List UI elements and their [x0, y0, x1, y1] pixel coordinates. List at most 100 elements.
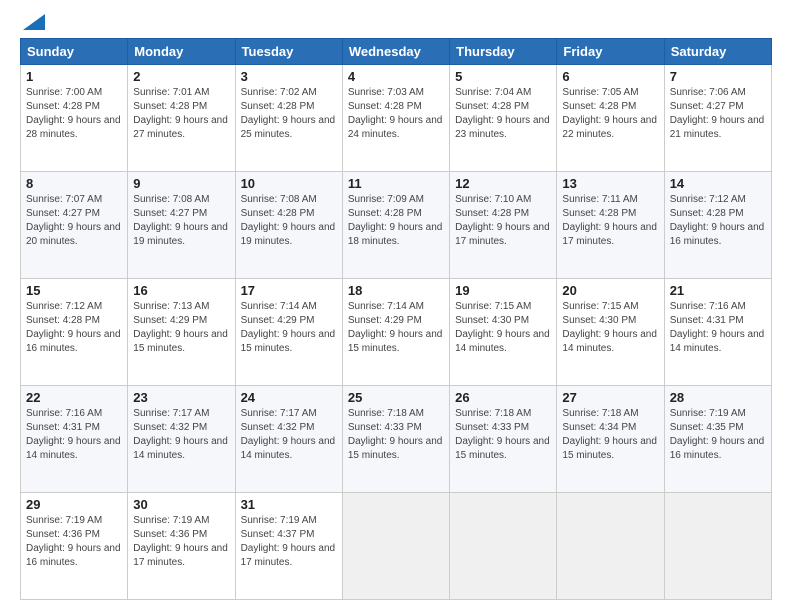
day-info: Sunrise: 7:15 AM Sunset: 4:30 PM Dayligh…: [562, 301, 657, 354]
calendar-cell: 9 Sunrise: 7:08 AM Sunset: 4:27 PM Dayli…: [128, 172, 235, 279]
calendar-cell: 14 Sunrise: 7:12 AM Sunset: 4:28 PM Dayl…: [664, 172, 771, 279]
day-number: 29: [26, 497, 122, 512]
day-info: Sunrise: 7:01 AM Sunset: 4:28 PM Dayligh…: [133, 87, 228, 140]
calendar-cell: 10 Sunrise: 7:08 AM Sunset: 4:28 PM Dayl…: [235, 172, 342, 279]
day-info: Sunrise: 7:12 AM Sunset: 4:28 PM Dayligh…: [670, 194, 765, 247]
calendar-cell: 22 Sunrise: 7:16 AM Sunset: 4:31 PM Dayl…: [21, 386, 128, 493]
day-number: 5: [455, 69, 551, 84]
day-info: Sunrise: 7:02 AM Sunset: 4:28 PM Dayligh…: [241, 87, 336, 140]
day-info: Sunrise: 7:16 AM Sunset: 4:31 PM Dayligh…: [670, 301, 765, 354]
day-number: 16: [133, 283, 229, 298]
col-header-thursday: Thursday: [450, 39, 557, 65]
calendar-cell: 17 Sunrise: 7:14 AM Sunset: 4:29 PM Dayl…: [235, 279, 342, 386]
day-info: Sunrise: 7:15 AM Sunset: 4:30 PM Dayligh…: [455, 301, 550, 354]
calendar-cell: 30 Sunrise: 7:19 AM Sunset: 4:36 PM Dayl…: [128, 493, 235, 600]
day-number: 12: [455, 176, 551, 191]
day-info: Sunrise: 7:09 AM Sunset: 4:28 PM Dayligh…: [348, 194, 443, 247]
logo: [20, 16, 45, 30]
col-header-sunday: Sunday: [21, 39, 128, 65]
calendar-cell: 24 Sunrise: 7:17 AM Sunset: 4:32 PM Dayl…: [235, 386, 342, 493]
day-info: Sunrise: 7:11 AM Sunset: 4:28 PM Dayligh…: [562, 194, 657, 247]
page: SundayMondayTuesdayWednesdayThursdayFrid…: [0, 0, 792, 612]
day-info: Sunrise: 7:00 AM Sunset: 4:28 PM Dayligh…: [26, 87, 121, 140]
calendar-cell: [342, 493, 449, 600]
day-number: 6: [562, 69, 658, 84]
calendar-cell: 6 Sunrise: 7:05 AM Sunset: 4:28 PM Dayli…: [557, 65, 664, 172]
day-number: 18: [348, 283, 444, 298]
day-number: 26: [455, 390, 551, 405]
day-info: Sunrise: 7:08 AM Sunset: 4:28 PM Dayligh…: [241, 194, 336, 247]
day-info: Sunrise: 7:18 AM Sunset: 4:34 PM Dayligh…: [562, 408, 657, 461]
day-info: Sunrise: 7:16 AM Sunset: 4:31 PM Dayligh…: [26, 408, 121, 461]
col-header-monday: Monday: [128, 39, 235, 65]
day-info: Sunrise: 7:14 AM Sunset: 4:29 PM Dayligh…: [348, 301, 443, 354]
calendar-cell: 26 Sunrise: 7:18 AM Sunset: 4:33 PM Dayl…: [450, 386, 557, 493]
calendar-cell: 4 Sunrise: 7:03 AM Sunset: 4:28 PM Dayli…: [342, 65, 449, 172]
calendar-cell: 28 Sunrise: 7:19 AM Sunset: 4:35 PM Dayl…: [664, 386, 771, 493]
day-number: 8: [26, 176, 122, 191]
day-number: 27: [562, 390, 658, 405]
header: [20, 16, 772, 30]
day-number: 4: [348, 69, 444, 84]
day-number: 7: [670, 69, 766, 84]
day-info: Sunrise: 7:19 AM Sunset: 4:36 PM Dayligh…: [133, 515, 228, 568]
calendar-cell: [557, 493, 664, 600]
day-info: Sunrise: 7:12 AM Sunset: 4:28 PM Dayligh…: [26, 301, 121, 354]
col-header-saturday: Saturday: [664, 39, 771, 65]
calendar-cell: 20 Sunrise: 7:15 AM Sunset: 4:30 PM Dayl…: [557, 279, 664, 386]
calendar-cell: [664, 493, 771, 600]
day-number: 14: [670, 176, 766, 191]
day-number: 28: [670, 390, 766, 405]
logo-icon: [23, 14, 45, 30]
day-number: 31: [241, 497, 337, 512]
calendar-cell: 27 Sunrise: 7:18 AM Sunset: 4:34 PM Dayl…: [557, 386, 664, 493]
day-info: Sunrise: 7:18 AM Sunset: 4:33 PM Dayligh…: [455, 408, 550, 461]
calendar-cell: 5 Sunrise: 7:04 AM Sunset: 4:28 PM Dayli…: [450, 65, 557, 172]
day-number: 13: [562, 176, 658, 191]
day-info: Sunrise: 7:04 AM Sunset: 4:28 PM Dayligh…: [455, 87, 550, 140]
calendar-cell: 18 Sunrise: 7:14 AM Sunset: 4:29 PM Dayl…: [342, 279, 449, 386]
day-number: 24: [241, 390, 337, 405]
day-number: 19: [455, 283, 551, 298]
day-info: Sunrise: 7:19 AM Sunset: 4:37 PM Dayligh…: [241, 515, 336, 568]
calendar-cell: 15 Sunrise: 7:12 AM Sunset: 4:28 PM Dayl…: [21, 279, 128, 386]
day-number: 10: [241, 176, 337, 191]
day-info: Sunrise: 7:06 AM Sunset: 4:27 PM Dayligh…: [670, 87, 765, 140]
day-number: 30: [133, 497, 229, 512]
calendar-cell: 16 Sunrise: 7:13 AM Sunset: 4:29 PM Dayl…: [128, 279, 235, 386]
day-number: 25: [348, 390, 444, 405]
calendar-cell: 13 Sunrise: 7:11 AM Sunset: 4:28 PM Dayl…: [557, 172, 664, 279]
col-header-friday: Friday: [557, 39, 664, 65]
day-info: Sunrise: 7:07 AM Sunset: 4:27 PM Dayligh…: [26, 194, 121, 247]
day-number: 3: [241, 69, 337, 84]
day-number: 17: [241, 283, 337, 298]
day-info: Sunrise: 7:10 AM Sunset: 4:28 PM Dayligh…: [455, 194, 550, 247]
day-number: 22: [26, 390, 122, 405]
day-info: Sunrise: 7:14 AM Sunset: 4:29 PM Dayligh…: [241, 301, 336, 354]
day-info: Sunrise: 7:05 AM Sunset: 4:28 PM Dayligh…: [562, 87, 657, 140]
day-info: Sunrise: 7:19 AM Sunset: 4:36 PM Dayligh…: [26, 515, 121, 568]
day-number: 9: [133, 176, 229, 191]
day-number: 23: [133, 390, 229, 405]
day-info: Sunrise: 7:19 AM Sunset: 4:35 PM Dayligh…: [670, 408, 765, 461]
calendar-cell: 11 Sunrise: 7:09 AM Sunset: 4:28 PM Dayl…: [342, 172, 449, 279]
calendar-cell: 21 Sunrise: 7:16 AM Sunset: 4:31 PM Dayl…: [664, 279, 771, 386]
day-info: Sunrise: 7:08 AM Sunset: 4:27 PM Dayligh…: [133, 194, 228, 247]
day-info: Sunrise: 7:17 AM Sunset: 4:32 PM Dayligh…: [241, 408, 336, 461]
day-info: Sunrise: 7:17 AM Sunset: 4:32 PM Dayligh…: [133, 408, 228, 461]
calendar-cell: 8 Sunrise: 7:07 AM Sunset: 4:27 PM Dayli…: [21, 172, 128, 279]
col-header-tuesday: Tuesday: [235, 39, 342, 65]
calendar-cell: 7 Sunrise: 7:06 AM Sunset: 4:27 PM Dayli…: [664, 65, 771, 172]
day-number: 20: [562, 283, 658, 298]
day-number: 21: [670, 283, 766, 298]
calendar-cell: 25 Sunrise: 7:18 AM Sunset: 4:33 PM Dayl…: [342, 386, 449, 493]
calendar-cell: 1 Sunrise: 7:00 AM Sunset: 4:28 PM Dayli…: [21, 65, 128, 172]
calendar-cell: 31 Sunrise: 7:19 AM Sunset: 4:37 PM Dayl…: [235, 493, 342, 600]
calendar-cell: 12 Sunrise: 7:10 AM Sunset: 4:28 PM Dayl…: [450, 172, 557, 279]
day-number: 1: [26, 69, 122, 84]
day-info: Sunrise: 7:03 AM Sunset: 4:28 PM Dayligh…: [348, 87, 443, 140]
col-header-wednesday: Wednesday: [342, 39, 449, 65]
day-info: Sunrise: 7:13 AM Sunset: 4:29 PM Dayligh…: [133, 301, 228, 354]
calendar-cell: 19 Sunrise: 7:15 AM Sunset: 4:30 PM Dayl…: [450, 279, 557, 386]
day-number: 11: [348, 176, 444, 191]
